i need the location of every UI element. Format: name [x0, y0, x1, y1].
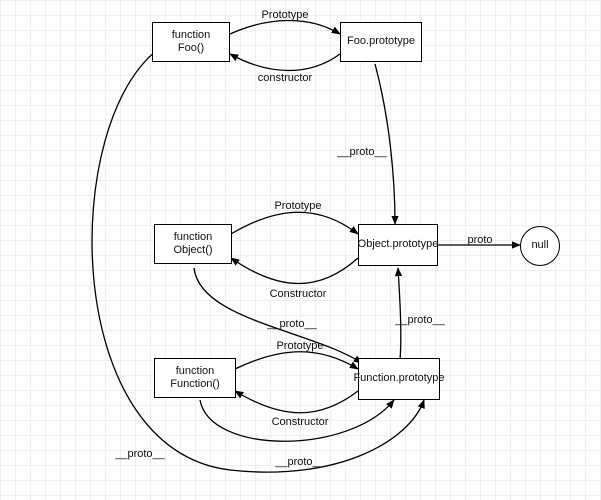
node-foo-prototype: Foo.prototype: [340, 22, 422, 62]
edge-object-constructor: [231, 258, 358, 284]
diagram-canvas: function Foo() Foo.prototype function Ob…: [0, 0, 601, 500]
label-function-proto: __proto__: [275, 456, 325, 468]
node-function-foo: function Foo(): [152, 22, 230, 62]
label-objproto-null: __proto__: [455, 234, 505, 246]
label-object-proto: __proto__: [267, 318, 317, 330]
edge-function-constructor: [235, 391, 358, 413]
label-funcproto-proto: __proto__: [395, 314, 445, 326]
node-function-function: function Function(): [154, 358, 236, 398]
node-object-prototype: Object.prototype: [358, 224, 438, 266]
label-foo-constructor: constructor: [258, 72, 312, 84]
edge-function-prototype: [235, 352, 358, 369]
edge-foo-constructor: [230, 54, 340, 71]
node-null: null: [520, 226, 560, 266]
label-foo-proto: __proto__: [115, 448, 165, 460]
edge-foo-prototype: [230, 21, 340, 35]
label-function-constructor: Constructor: [272, 416, 329, 428]
label-function-prototype: Prototype: [276, 340, 323, 352]
node-function-object: function Object(): [154, 224, 232, 264]
edge-object-prototype: [231, 212, 358, 234]
label-object-constructor: Constructor: [270, 288, 327, 300]
edge-fooproto-proto: [375, 64, 395, 224]
node-function-prototype: Function.prototype: [358, 358, 440, 400]
label-foo-prototype: Prototype: [261, 9, 308, 21]
label-object-prototype: Prototype: [274, 200, 321, 212]
label-fooproto-proto: __proto__: [337, 146, 387, 158]
